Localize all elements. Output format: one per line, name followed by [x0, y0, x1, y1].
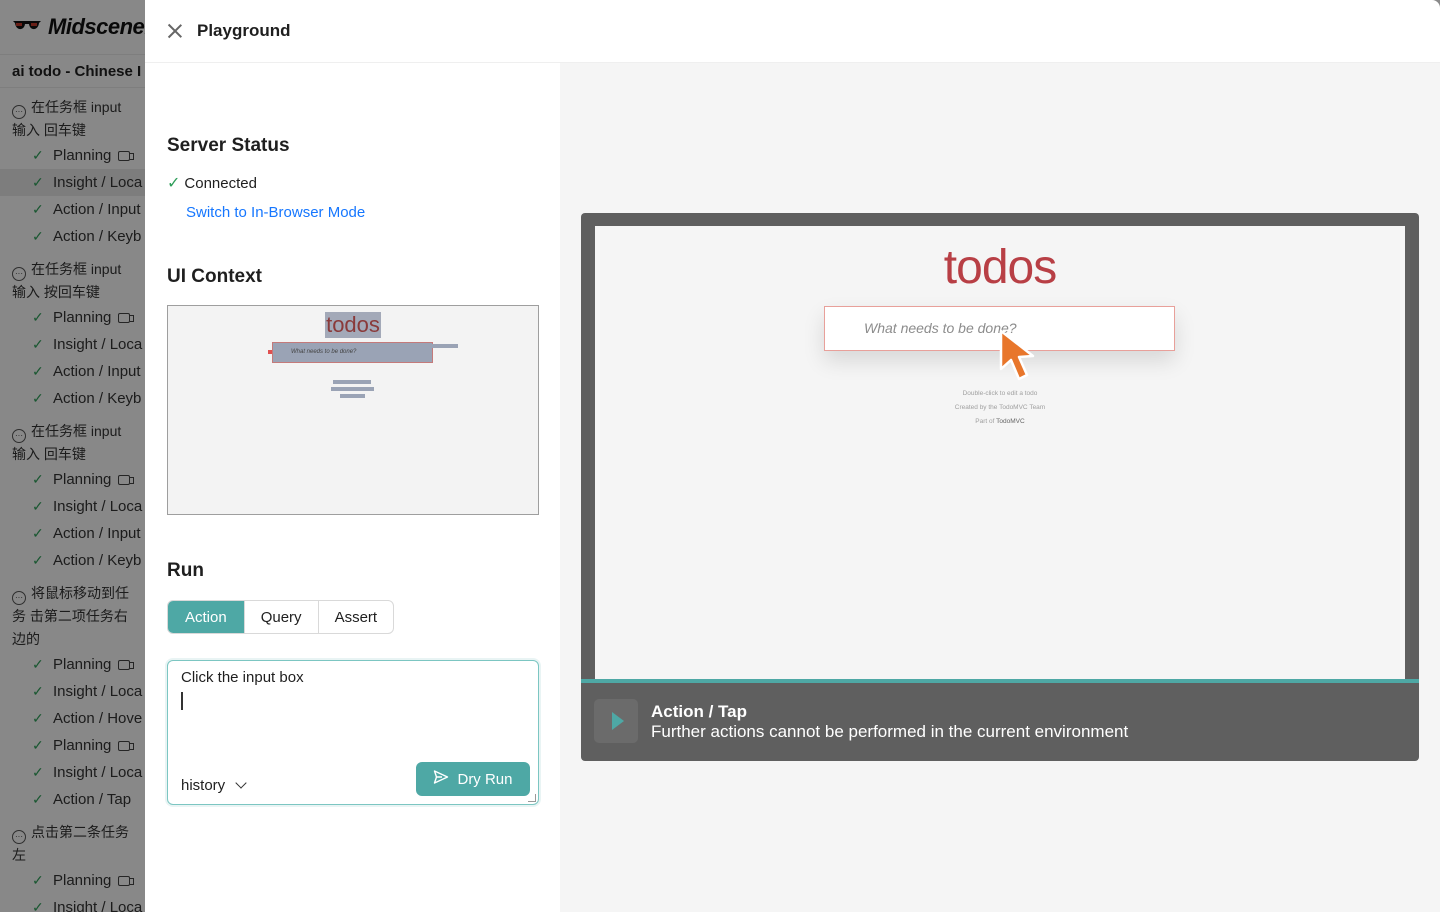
server-status: ✓ Connected	[167, 173, 560, 193]
drawer-mask[interactable]	[0, 0, 145, 912]
mode-action-option[interactable]: Action	[168, 601, 244, 633]
thumb-element-box	[333, 380, 371, 384]
ui-context-heading: UI Context	[167, 266, 262, 287]
chevron-down-icon	[235, 777, 247, 789]
footer-hint: Double-click to edit a todo	[962, 390, 1038, 397]
playground-controls: Server Status ✓ Connected Switch to In-B…	[145, 63, 560, 912]
footer-part-of: Part of TodoMVC	[975, 418, 1025, 425]
thumb-element-box	[432, 344, 458, 348]
replay-area: todos What needs to be done? Double-clic…	[560, 63, 1440, 912]
step-title: Action / Tap	[651, 702, 748, 721]
replay-player: todos What needs to be done? Double-clic…	[581, 213, 1419, 761]
resize-handle[interactable]	[528, 794, 536, 802]
playground-drawer: Playground Server Status ✓ Connected Swi…	[145, 0, 1440, 912]
ui-context-thumbnail: todos What needs to be done?	[167, 305, 539, 515]
thumb-todos-title: todos	[325, 312, 381, 338]
text-caret	[181, 692, 183, 710]
server-status-heading: Server Status	[167, 135, 290, 156]
pointer-cursor-icon	[999, 329, 1045, 386]
todomvc-link: TodoMVC	[996, 418, 1025, 425]
prompt-text: Click the input box	[181, 669, 304, 686]
thumb-element-box	[340, 394, 365, 398]
mode-query-option[interactable]: Query	[243, 601, 318, 633]
close-icon[interactable]	[165, 21, 185, 41]
replay-screenshot: todos What needs to be done? Double-clic…	[595, 226, 1405, 679]
check-icon: ✓	[167, 175, 181, 192]
run-mode-selector: Action Query Assert	[167, 600, 395, 634]
dry-run-label: Dry Run	[457, 770, 513, 788]
todos-app-title: todos	[943, 241, 1057, 294]
dry-run-button[interactable]: Dry Run	[416, 762, 530, 796]
replay-progress-bar	[581, 679, 1419, 683]
history-label: history	[181, 777, 226, 794]
history-dropdown[interactable]: history	[181, 777, 247, 794]
run-heading: Run	[167, 560, 204, 581]
prompt-input[interactable]: Click the input box history Dry Run	[167, 660, 539, 805]
thumb-input: What needs to be done?	[272, 342, 433, 363]
step-subtitle: Further actions cannot be performed in t…	[651, 722, 1129, 741]
play-icon[interactable]	[594, 699, 638, 743]
switch-mode-link[interactable]: Switch to In-Browser Mode	[186, 204, 365, 221]
thumb-element-box	[331, 387, 374, 391]
mode-assert-option[interactable]: Assert	[317, 601, 394, 633]
footer-credit: Created by the TodoMVC Team	[954, 404, 1046, 411]
drawer-header: Playground	[145, 0, 1440, 63]
send-icon	[433, 769, 449, 789]
drawer-title: Playground	[197, 21, 291, 40]
status-text: Connected	[184, 174, 257, 192]
